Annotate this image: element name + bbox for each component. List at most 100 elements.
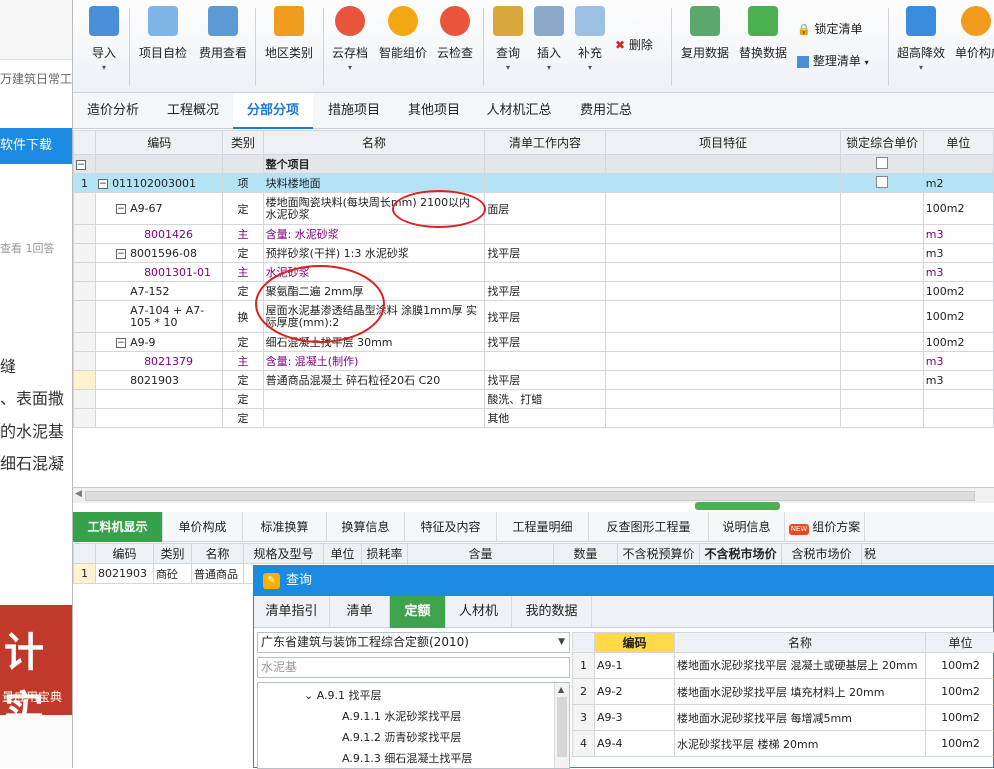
column-header[interactable]: 含税市场价 [782,544,862,564]
cell-unit[interactable]: m3 [923,352,993,371]
delete-button[interactable]: ✖ 删除 [615,36,665,53]
cell-unit[interactable]: m3 [923,263,993,282]
smart-pricing-button[interactable]: 智能组价 [376,6,430,61]
tab-fee-summary[interactable]: 费用汇总 [565,93,647,129]
column-header-category[interactable]: 类别 [223,131,263,155]
cost-view-button[interactable]: 费用查看 [196,6,250,61]
column-header[interactable]: 类别 [154,544,192,564]
cell-code[interactable]: 8021903 [96,564,154,584]
cell-name[interactable] [263,409,485,428]
collapse-toggle-icon[interactable]: − [76,160,86,170]
cell-category[interactable]: 定 [223,333,263,352]
column-header[interactable]: 名称 [192,544,244,564]
tab-sub-items[interactable]: 分部分项 [233,93,313,129]
table-row[interactable]: −8001596-08 定 预拌砂浆(干拌) 1:3 水泥砂浆 找平层 m3 [74,244,994,263]
table-row[interactable]: 8021903 定 普通商品混凝土 碎石粒径20石 C20 找平层 m3 [74,371,994,390]
table-row[interactable]: 1 −011102003001 项 块料楼地面 m2 [74,174,994,193]
import-button[interactable]: 导入 ▾ [87,6,121,72]
reuse-data-button[interactable]: 复用数据 [679,6,731,61]
cell-code[interactable]: A9-3 [595,705,675,731]
cell-unit[interactable]: 100m2 [926,731,994,757]
cell-code[interactable]: A9-2 [595,679,675,705]
cell-category[interactable]: 主 [223,225,263,244]
column-header-code[interactable]: 编码 [96,131,223,155]
cell-lock[interactable] [841,333,923,352]
table-row[interactable]: −A9-9 定 细石混凝土找平层 30mm 找平层 100m2 [74,333,994,352]
project-check-button[interactable]: 项目自检 [135,6,191,61]
cell-code[interactable] [96,155,223,174]
cloud-check-button[interactable]: 云检查 [433,6,477,61]
tab-quota[interactable]: 定额 [390,596,446,628]
cell-code[interactable]: −A9-9 [96,333,223,352]
cell-work[interactable]: 酸洗、打蜡 [485,390,605,409]
ad-banner[interactable]: 计 实 量应用宝典 [0,605,73,715]
cell-name[interactable]: 楼地面水泥砂浆找平层 混凝土或硬基层上 20mm [675,653,926,679]
cell-category[interactable]: 定 [223,193,263,225]
cell-lock[interactable] [841,174,923,193]
scrollbar-thumb[interactable] [85,491,975,501]
column-header-name[interactable]: 名称 [263,131,485,155]
cell-unit[interactable] [923,409,993,428]
column-header[interactable]: 损耗率 [362,544,408,564]
cloud-archive-button[interactable]: 云存档 ▾ [330,6,370,72]
lock-checkbox[interactable] [876,157,888,169]
cell-feature[interactable] [605,244,841,263]
cell-name[interactable]: 普通商品 [192,564,244,584]
cell-code[interactable]: 8001426 [96,225,223,244]
cell-unit[interactable]: 100m2 [923,301,993,333]
tab-standard-conversion[interactable]: 标准换算 [243,512,327,542]
collapse-toggle-icon[interactable]: − [116,338,126,348]
cell-name[interactable] [263,390,485,409]
tab-list[interactable]: 清单 [330,596,390,628]
cell-category[interactable]: 定 [223,244,263,263]
cell-work[interactable]: 找平层 [485,282,605,301]
collapse-toggle-icon[interactable]: − [116,204,126,214]
download-link[interactable]: 软件下载 [0,128,73,164]
cell-category[interactable]: 定 [223,409,263,428]
cell-unit[interactable]: 100m2 [926,653,994,679]
cell-lock[interactable] [841,282,923,301]
tree-node[interactable]: A.9.1.3 细石混凝土找平层 [342,750,472,766]
cell-lock[interactable] [841,244,923,263]
tree-node[interactable]: ⌄ A.9.1 找平层 [304,687,382,703]
table-row[interactable]: 8001301-01 主 水泥砂浆 m3 [74,263,994,282]
tab-other-items[interactable]: 其他项目 [395,93,473,129]
cell-code[interactable]: −011102003001 [96,174,223,193]
tab-notes[interactable]: 说明信息 [709,512,785,542]
column-header[interactable]: 含量 [408,544,554,564]
column-header[interactable]: 不含税市场价 [700,544,782,564]
scrollbar-thumb[interactable] [557,697,567,757]
cell-work[interactable] [485,352,605,371]
column-header-unit[interactable]: 单位 [926,633,994,653]
tree-scrollbar[interactable]: ▲ [554,683,569,768]
tab-project-overview[interactable]: 工程概况 [153,93,233,129]
cell-feature[interactable] [605,155,841,174]
cell-work[interactable]: 找平层 [485,301,605,333]
cell-lock[interactable] [841,371,923,390]
tab-labor-material[interactable]: 工料机显示 [73,512,163,542]
replace-data-button[interactable]: 替换数据 [737,6,789,61]
tab-pricing-scheme[interactable]: NEW组价方案 [785,512,865,542]
column-header-feature[interactable]: 项目特征 [605,131,841,155]
cell-name[interactable]: 普通商品混凝土 碎石粒径20石 C20 [263,371,485,390]
tab-my-data[interactable]: 我的数据 [512,596,592,628]
cell-name[interactable]: 块料楼地面 [263,174,485,193]
cell-feature[interactable] [605,301,841,333]
collapse-toggle-icon[interactable]: − [98,179,108,189]
column-header[interactable]: 单位 [324,544,362,564]
table-row[interactable]: 8021379 主 含量: 混凝土(制作) m3 [74,352,994,371]
cell-name[interactable]: 水泥砂浆找平层 楼梯 20mm [675,731,926,757]
table-row[interactable]: A7-152 定 聚氨酯二遍 2mm厚 找平层 100m2 [74,282,994,301]
cell-code[interactable] [96,390,223,409]
table-row[interactable]: 3 A9-3 楼地面水泥砂浆找平层 每增减5mm 100m2 [573,705,994,731]
column-header[interactable]: 税 [862,544,994,564]
high-rise-efficiency-button[interactable]: 超高降效 ▾ [895,6,947,72]
cell-name[interactable]: 含量: 水泥砂浆 [263,225,485,244]
cell-lock[interactable] [841,390,923,409]
column-header-name[interactable]: 名称 [675,633,926,653]
cell-work[interactable]: 找平层 [485,244,605,263]
cell-work[interactable] [485,263,605,282]
cell-work[interactable]: 面层 [485,193,605,225]
scroll-up-icon[interactable]: ▲ [558,685,564,694]
cell-category[interactable]: 商砼 [154,564,192,584]
